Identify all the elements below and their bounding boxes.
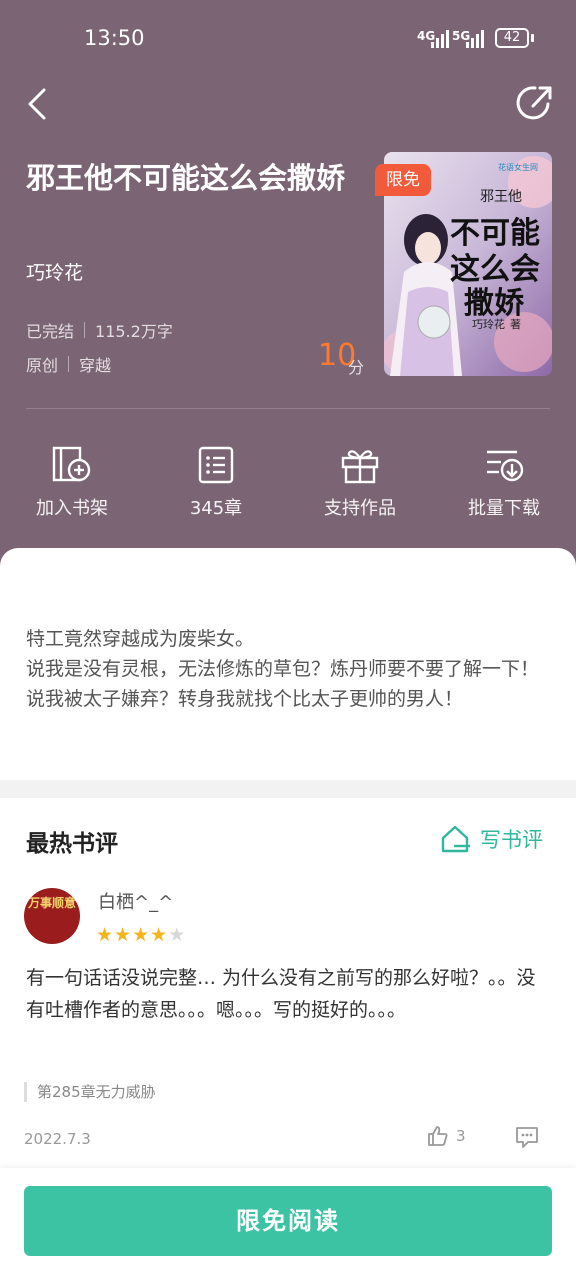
chapter-count-label: 345章	[189, 498, 243, 519]
cover-author-suffix: 著	[510, 318, 521, 331]
share-icon[interactable]	[514, 82, 556, 124]
book-stats: 已完结 115.2万字	[26, 318, 173, 342]
download-icon	[487, 450, 524, 482]
batch-download-label: 批量下载	[468, 498, 540, 519]
book-header: 13:50 4G 5G 42 邪王他不可能这么会撒娇 巧玲花 已完结 115.2…	[0, 0, 576, 580]
battery-tip	[531, 34, 534, 42]
gift-icon	[341, 450, 379, 484]
divider	[26, 408, 550, 409]
chapter-list-button[interactable]: 345章	[144, 444, 288, 520]
rating-stars: ★ ★ ★ ★ ★	[96, 926, 185, 945]
signal-bars-icon	[466, 28, 484, 48]
back-arrow-icon[interactable]	[20, 84, 60, 124]
add-to-shelf-label: 加入书架	[36, 498, 108, 519]
description-line: 特工竟然穿越成为废柴女。	[26, 628, 255, 650]
review-text[interactable]: 有一句话话没说完整… 为什么没有之前写的那么好啦？。。没有吐槽作者的意思。。。嗯…	[26, 962, 551, 1026]
book-tags: 原创 穿越	[26, 352, 111, 376]
description-line: 说我被太子嫌弃？转身我就找个比太子更帅的男人！	[26, 688, 464, 710]
book-description: 特工竟然穿越成为废柴女。 说我是没有灵根，无法修炼的草包？炼丹师要不要了解一下！…	[26, 624, 551, 714]
free-badge: 限免	[375, 164, 431, 196]
edit-house-icon	[441, 825, 470, 853]
support-work-button[interactable]: 支持作品	[288, 444, 432, 520]
like-button[interactable]: 3	[426, 1124, 466, 1148]
clock: 13:50	[84, 26, 145, 50]
divider	[68, 356, 70, 372]
cover-author: 巧玲花	[472, 318, 505, 331]
star-filled-icon: ★	[114, 924, 132, 946]
star-empty-icon: ★	[168, 924, 186, 946]
score-unit: 分	[348, 358, 365, 377]
add-to-shelf-button[interactable]: 加入书架	[0, 444, 144, 520]
write-review-button[interactable]: 写书评	[440, 824, 543, 854]
signal-bars-icon	[431, 28, 449, 48]
add-bookshelf-icon	[52, 446, 91, 482]
cover-publisher: 花语女生网	[498, 163, 538, 172]
write-review-label: 写书评	[480, 828, 543, 852]
thumbs-up-icon	[428, 1126, 448, 1146]
support-work-label: 支持作品	[324, 498, 396, 519]
word-count: 115.2万字	[95, 322, 173, 341]
cover-subtitle: 邪王他	[480, 189, 522, 205]
avatar[interactable]: 万事顺意	[24, 888, 80, 944]
review-date: 2022.7.3	[24, 1130, 91, 1148]
comment-icon[interactable]	[514, 1124, 540, 1150]
batch-download-button[interactable]: 批量下载	[432, 444, 576, 520]
star-filled-icon: ★	[132, 924, 150, 946]
review-chapter[interactable]: 第285章无力威胁	[24, 1082, 156, 1102]
like-count: 3	[456, 1127, 466, 1145]
status-bar: 13:50 4G 5G 42	[0, 0, 576, 80]
tag-original[interactable]: 原创	[26, 352, 58, 376]
reviews-title: 最热书评	[26, 831, 118, 857]
divider	[84, 322, 86, 338]
reviewer-name[interactable]: 白栖^_^	[98, 888, 173, 914]
star-filled-icon: ★	[150, 924, 168, 946]
book-author[interactable]: 巧玲花	[26, 258, 83, 285]
chapter-list-icon	[198, 446, 234, 484]
tag-genre[interactable]: 穿越	[79, 352, 111, 376]
battery-icon: 42	[495, 28, 529, 48]
star-filled-icon: ★	[96, 924, 114, 946]
avatar-text: 万事顺意	[27, 896, 76, 910]
book-title: 邪王他不可能这么会撒娇	[26, 161, 346, 195]
free-read-button[interactable]: 限免阅读	[24, 1186, 552, 1256]
description-line: 说我是没有灵根，无法修炼的草包？炼丹师要不要了解一下！	[26, 658, 540, 680]
completion-status: 已完结	[26, 322, 75, 341]
